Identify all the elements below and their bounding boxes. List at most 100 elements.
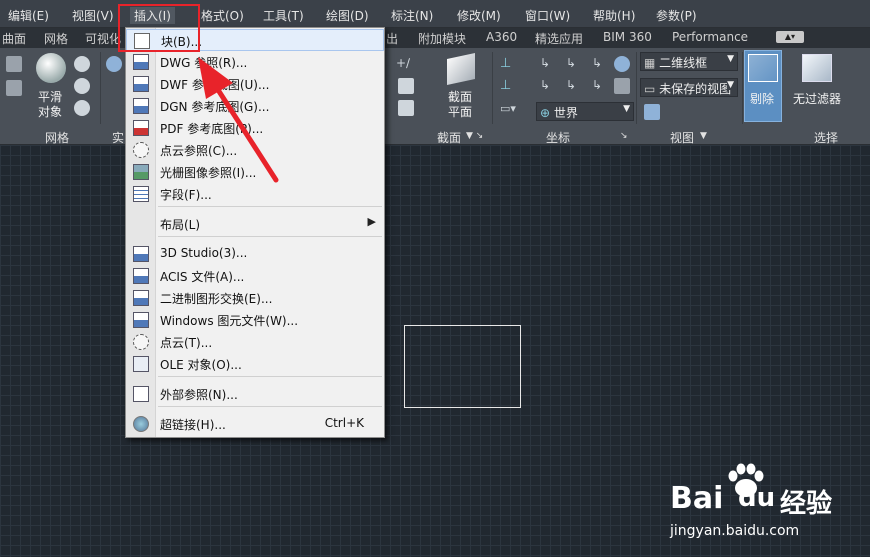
mesh-tool-2-icon[interactable]: [6, 80, 22, 96]
ucs-world-globe-icon[interactable]: [614, 56, 630, 72]
field-icon: [133, 186, 149, 202]
menu-edit[interactable]: 编辑(E): [8, 7, 49, 24]
cull-cube-icon: [748, 54, 778, 82]
draw-line-icon[interactable]: +∕: [396, 56, 412, 72]
menu-item-15[interactable]: 外部参照(N)...: [126, 383, 384, 405]
watermark-jingyan: 经验: [780, 489, 833, 519]
menu-draw[interactable]: 绘图(D): [326, 7, 369, 24]
ribbon-separator: [492, 52, 493, 124]
menu-item-7[interactable]: 字段(F)...: [126, 183, 384, 205]
ribbon-minimize-toggle[interactable]: ▲▾: [776, 31, 804, 43]
mesh-refine-icon[interactable]: [74, 100, 90, 116]
menu-item-9[interactable]: 3D Studio(3)...: [126, 243, 384, 265]
solid-edit-icon[interactable]: [106, 56, 122, 72]
watermark-brand-suffix: du: [738, 483, 776, 513]
tab-performance[interactable]: Performance: [672, 30, 748, 44]
tab-addins[interactable]: 附加模块: [418, 30, 466, 47]
viewport-icon[interactable]: [644, 104, 660, 120]
no-filter-cube-icon[interactable]: [802, 54, 832, 82]
draw-shape-icon[interactable]: [398, 78, 414, 94]
panel-coords-title[interactable]: 坐标: [546, 129, 570, 146]
smooth-object-icon[interactable]: [36, 53, 66, 83]
menu-item-4[interactable]: PDF 参考底图(P)...: [126, 117, 384, 139]
visual-style-combo[interactable]: ▦ 二维线框 ▼: [640, 52, 738, 71]
draw-misc-icon[interactable]: [398, 100, 414, 116]
chevron-down-icon: ▼: [623, 104, 630, 114]
menu-view[interactable]: 视图(V): [72, 7, 114, 24]
menu-window[interactable]: 窗口(W): [525, 7, 570, 24]
menu-item-label: 3D Studio(3)...: [160, 246, 248, 260]
menu-item-3[interactable]: DGN 参考底图(G)...: [126, 95, 384, 117]
menu-item-5[interactable]: 点云参照(C)...: [126, 139, 384, 161]
menu-item-8[interactable]: 布局(L) ▶: [126, 213, 384, 235]
section-plane-label[interactable]: 截面 平面: [448, 90, 472, 120]
tab-visualize[interactable]: 可视化: [85, 30, 121, 47]
menu-item-11[interactable]: 二进制图形交换(E)...: [126, 287, 384, 309]
menu-item-13[interactable]: 点云(T)...: [126, 331, 384, 353]
panel-coords-expand-icon[interactable]: ↘: [620, 131, 628, 141]
menu-separator: [158, 376, 382, 377]
smooth-object-label[interactable]: 平滑 对象: [38, 90, 62, 120]
menu-item-16[interactable]: 超链接(H)... Ctrl+K: [126, 413, 384, 435]
menu-item-label: 二进制图形交换(E)...: [160, 292, 273, 306]
ucs-3point-icon[interactable]: ↳: [540, 78, 556, 94]
menu-item-2[interactable]: DWF 参考底图(U)...: [126, 73, 384, 95]
menu-item-label: DWG 参照(R)...: [160, 56, 248, 70]
menu-item-label: OLE 对象(O)...: [160, 358, 242, 372]
menu-item-label: 点云参照(C)...: [160, 144, 238, 158]
menu-item-6[interactable]: 光栅图像参照(I)...: [126, 161, 384, 183]
tab-featured-apps[interactable]: 精选应用: [535, 30, 583, 47]
ucs-icon[interactable]: ⊥: [500, 56, 516, 72]
menu-item-10[interactable]: ACIS 文件(A)...: [126, 265, 384, 287]
ucs-y-icon[interactable]: ↳: [566, 56, 582, 72]
mesh-tool-icon[interactable]: [6, 56, 22, 72]
ucs-x-icon[interactable]: ↳: [540, 56, 556, 72]
panel-view-title[interactable]: 视图: [670, 129, 694, 146]
wmf-icon: [133, 312, 149, 328]
menu-tools[interactable]: 工具(T): [263, 7, 304, 24]
ole-object-icon: [133, 356, 149, 372]
visual-style-icon: ▦: [644, 56, 656, 70]
point-cloud-reference-icon: [133, 142, 149, 158]
tab-a360[interactable]: A360: [486, 30, 517, 44]
tab-surface[interactable]: 曲面: [2, 30, 26, 47]
drawn-rectangle[interactable]: [404, 325, 521, 408]
menu-format[interactable]: 格式(O): [201, 7, 244, 24]
menu-help[interactable]: 帮助(H): [593, 7, 635, 24]
menu-dimension[interactable]: 标注(N): [391, 7, 433, 24]
section-plane-icon[interactable]: [447, 53, 475, 85]
panel-section-title[interactable]: 截面: [437, 129, 461, 146]
mesh-smooth-less-icon[interactable]: [74, 78, 90, 94]
ucs-world-icon: ⊕: [540, 106, 551, 120]
submenu-arrow-icon: ▶: [367, 215, 376, 228]
no-filter-label[interactable]: 无过滤器: [793, 92, 841, 107]
ucs-z-icon[interactable]: ↳: [592, 56, 608, 72]
panel-view-dropdown-icon[interactable]: ▼: [700, 131, 707, 141]
menu-item-14[interactable]: OLE 对象(O)...: [126, 353, 384, 375]
ucs-combo[interactable]: ⊕ 世界 ▼: [536, 102, 634, 121]
menu-item-12[interactable]: Windows 图元文件(W)...: [126, 309, 384, 331]
ribbon-separator: [742, 52, 743, 124]
tab-mesh[interactable]: 网格: [44, 30, 68, 47]
menu-item-label: DGN 参考底图(G)...: [160, 100, 270, 114]
menu-item-shortcut: Ctrl+K: [324, 416, 364, 430]
ucs-settings-icon[interactable]: [614, 78, 630, 94]
menu-parameters[interactable]: 参数(P): [656, 7, 697, 24]
ucs-object-icon[interactable]: ↳: [566, 78, 582, 94]
dwf-underlay-icon: [133, 76, 149, 92]
tab-bim360[interactable]: BIM 360: [603, 30, 652, 44]
ucs-face-icon[interactable]: ↳: [592, 78, 608, 94]
panel-section-expand-icon[interactable]: ▼ ↘: [466, 131, 483, 141]
menu-item-1[interactable]: DWG 参照(R)...: [126, 51, 384, 73]
insert-dropdown-menu: 块(B)... DWG 参照(R)... DWF 参考底图(U)... DGN 参考底…: [125, 27, 385, 438]
tab-output[interactable]: 出: [386, 30, 398, 47]
visual-style-value: 二维线框: [659, 56, 708, 70]
mesh-smooth-more-icon[interactable]: [74, 56, 90, 72]
menu-modify[interactable]: 修改(M): [457, 7, 501, 24]
menu-item-label: 点云(T)...: [160, 336, 213, 350]
ribbon-separator: [636, 52, 637, 124]
saved-view-combo[interactable]: ▭ 未保存的视图 ▼: [640, 78, 738, 97]
ucs-origin-icon[interactable]: ⊥: [500, 78, 516, 94]
saved-view-value: 未保存的视图: [659, 82, 732, 96]
ucs-view-icon[interactable]: ▭▾: [500, 102, 516, 118]
